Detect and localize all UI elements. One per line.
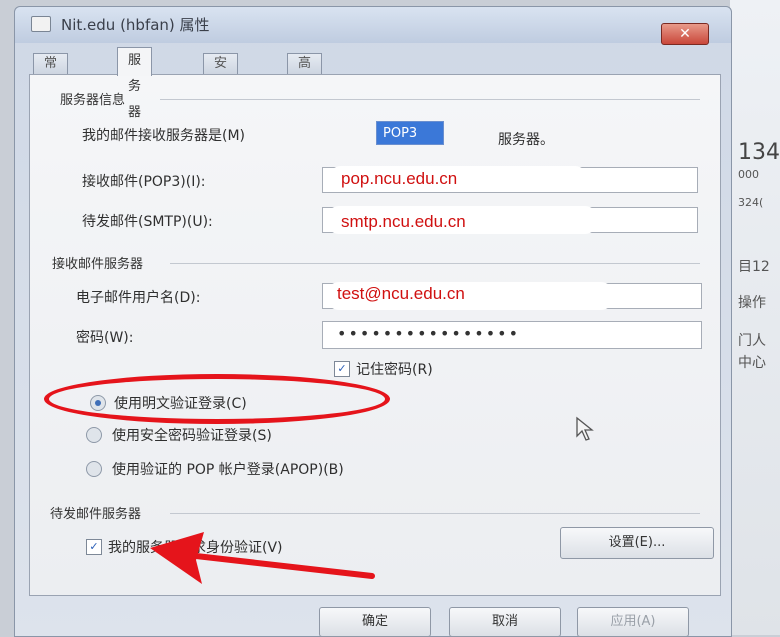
red-arrow-annotation — [150, 532, 375, 584]
tab-servers[interactable]: 服务器 — [117, 47, 153, 120]
mouse-cursor-icon — [576, 416, 594, 441]
